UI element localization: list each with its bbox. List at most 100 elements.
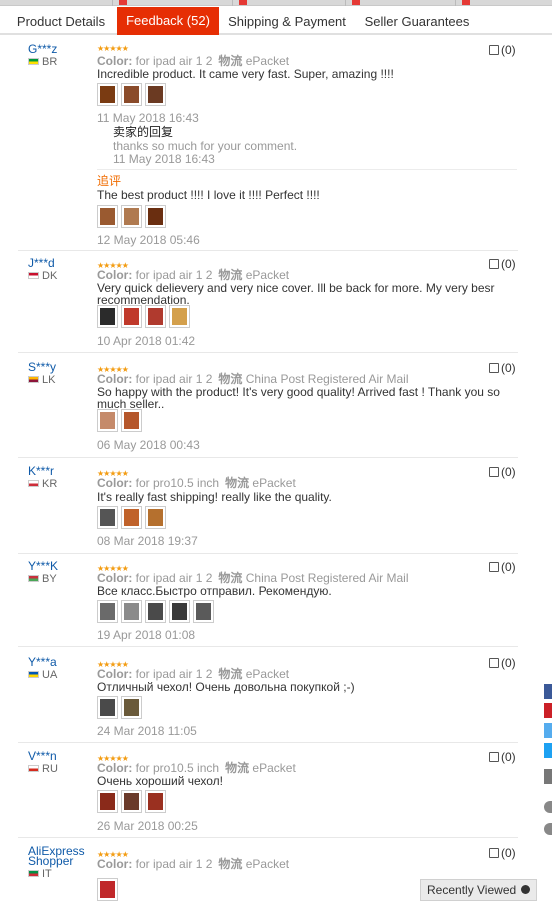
helpful-button[interactable]: (0)	[489, 656, 516, 670]
review-image-thumbnail[interactable]	[97, 506, 118, 529]
order-info: Color: for ipad air 1 2 物流 ePacket	[97, 268, 290, 282]
review-text: Отличный чехол! Очень довольна покупкой …	[97, 680, 355, 694]
scroll-up-icon[interactable]	[544, 801, 552, 813]
review-image-thumbnail[interactable]	[97, 305, 118, 328]
reviewer-name[interactable]: V***n	[28, 750, 57, 763]
seller-reply-date: 11 May 2018 16:43	[113, 152, 215, 166]
helpful-button[interactable]: (0)	[489, 361, 516, 375]
review-image-thumbnail[interactable]	[121, 205, 142, 228]
review-date: 08 Mar 2018 19:37	[97, 534, 198, 548]
review-image-thumbnail[interactable]	[121, 600, 142, 623]
helpful-button[interactable]: (0)	[489, 846, 516, 860]
helpful-button[interactable]: (0)	[489, 465, 516, 479]
reviewer-name[interactable]: AliExpress Shopper	[28, 845, 90, 867]
review-image-thumbnail[interactable]	[121, 83, 142, 106]
reviewer-country: DK	[28, 270, 57, 283]
thumbs-up-icon	[489, 562, 499, 572]
share-facebook-icon[interactable]	[544, 684, 552, 699]
share-pinterest-icon[interactable]	[544, 703, 552, 718]
order-info: Color: for ipad air 1 2 物流 ePacket	[97, 667, 290, 681]
thumbs-up-icon	[489, 467, 499, 477]
tab-favicon-icon	[239, 0, 247, 5]
review-image-thumbnail[interactable]	[145, 600, 166, 623]
reviewer-name[interactable]: K***r	[28, 465, 54, 478]
review-image-thumbnail[interactable]	[145, 790, 166, 813]
review-image-thumbnail[interactable]	[97, 83, 118, 106]
review-image-thumbnail[interactable]	[193, 600, 214, 623]
review-image-thumbnail[interactable]	[121, 506, 142, 529]
review-text: Incredible product. It came very fast. S…	[97, 67, 394, 81]
helpful-button[interactable]: (0)	[489, 560, 516, 574]
review-text: Все класс.Быстро отправил. Рекомендую.	[97, 584, 332, 598]
tab-shipping-payment[interactable]: Shipping & Payment	[224, 9, 350, 35]
country-flag-icon	[28, 480, 39, 487]
browser-tab[interactable]	[345, 0, 445, 6]
divider	[18, 837, 518, 838]
review-date: 26 Mar 2018 00:25	[97, 819, 198, 833]
order-info: Color: for pro10.5 inch 物流 ePacket	[97, 761, 296, 775]
review-text: It's really fast shipping! really like t…	[97, 490, 332, 504]
share-more-icon[interactable]	[544, 769, 552, 784]
reviewer-country: RU	[28, 763, 58, 776]
tab-seller-guarantees[interactable]: Seller Guarantees	[358, 9, 476, 35]
review-image-thumbnail[interactable]	[121, 790, 142, 813]
browser-tab[interactable]	[112, 0, 222, 6]
reviewer-name[interactable]: J***d	[28, 257, 55, 270]
country-flag-icon	[28, 870, 39, 877]
reviewer-country: KR	[28, 478, 57, 491]
browser-tab[interactable]	[455, 0, 552, 6]
reviewer-name[interactable]: Y***K	[28, 560, 58, 573]
review-images	[97, 83, 169, 107]
order-info: Color: for ipad air 1 2 物流 ePacket	[97, 857, 290, 871]
divider	[18, 352, 518, 353]
review-date: 06 May 2018 00:43	[97, 438, 200, 452]
browser-tab-strip	[0, 0, 552, 6]
review-images	[97, 878, 121, 902]
divider	[18, 646, 518, 647]
review-image-thumbnail[interactable]	[97, 790, 118, 813]
review-image-thumbnail[interactable]	[97, 878, 118, 901]
review-image-thumbnail[interactable]	[97, 409, 118, 432]
review-date: 19 Apr 2018 01:08	[97, 628, 196, 642]
review-image-thumbnail[interactable]	[121, 409, 142, 432]
divider	[18, 742, 518, 743]
review-date: 24 Mar 2018 11:05	[97, 724, 197, 738]
review-image-thumbnail[interactable]	[145, 83, 166, 106]
review-image-thumbnail[interactable]	[169, 305, 190, 328]
review-images	[97, 600, 217, 624]
review-image-thumbnail[interactable]	[145, 305, 166, 328]
thumbs-up-icon	[489, 848, 499, 858]
helpful-button[interactable]: (0)	[489, 750, 516, 764]
review-images	[97, 790, 169, 814]
reviewer-name[interactable]: S***y	[28, 361, 56, 374]
review-image-thumbnail[interactable]	[121, 305, 142, 328]
country-flag-icon	[28, 765, 39, 772]
review-image-thumbnail[interactable]	[145, 205, 166, 228]
tab-favicon-icon	[119, 0, 127, 5]
review-image-thumbnail[interactable]	[169, 600, 190, 623]
review-image-thumbnail[interactable]	[145, 506, 166, 529]
reviewer-name[interactable]: Y***a	[28, 656, 57, 669]
review-text: Very quick delievery and very nice cover…	[97, 281, 495, 307]
review-images	[97, 305, 193, 329]
reviewer-country: LK	[28, 374, 55, 387]
browser-tab[interactable]	[232, 0, 337, 6]
share-vk-icon[interactable]	[544, 723, 552, 738]
tab-feedback[interactable]: Feedback (52)	[117, 7, 219, 35]
reviewer-name[interactable]: G***z	[28, 43, 57, 56]
scroll-top-icon[interactable]	[544, 823, 552, 835]
review-image-thumbnail[interactable]	[97, 696, 118, 719]
reviewer-country: BY	[28, 573, 57, 586]
recently-viewed-button[interactable]: Recently Viewed	[420, 879, 537, 901]
feedback-list[interactable]: G***z BR ★★★★★ Color: for ipad air 1 2 物流…	[0, 35, 552, 907]
share-twitter-icon[interactable]	[544, 743, 552, 758]
review-image-thumbnail[interactable]	[97, 205, 118, 228]
tab-product-details[interactable]: Product Details	[10, 9, 112, 35]
helpful-button[interactable]: (0)	[489, 43, 516, 57]
review-date: 11 May 2018 16:43	[97, 111, 199, 125]
helpful-button[interactable]: (0)	[489, 257, 516, 271]
review-image-thumbnail[interactable]	[121, 696, 142, 719]
review-image-thumbnail[interactable]	[97, 600, 118, 623]
thumbs-up-icon	[489, 45, 499, 55]
reviewer-country: IT	[28, 868, 52, 881]
